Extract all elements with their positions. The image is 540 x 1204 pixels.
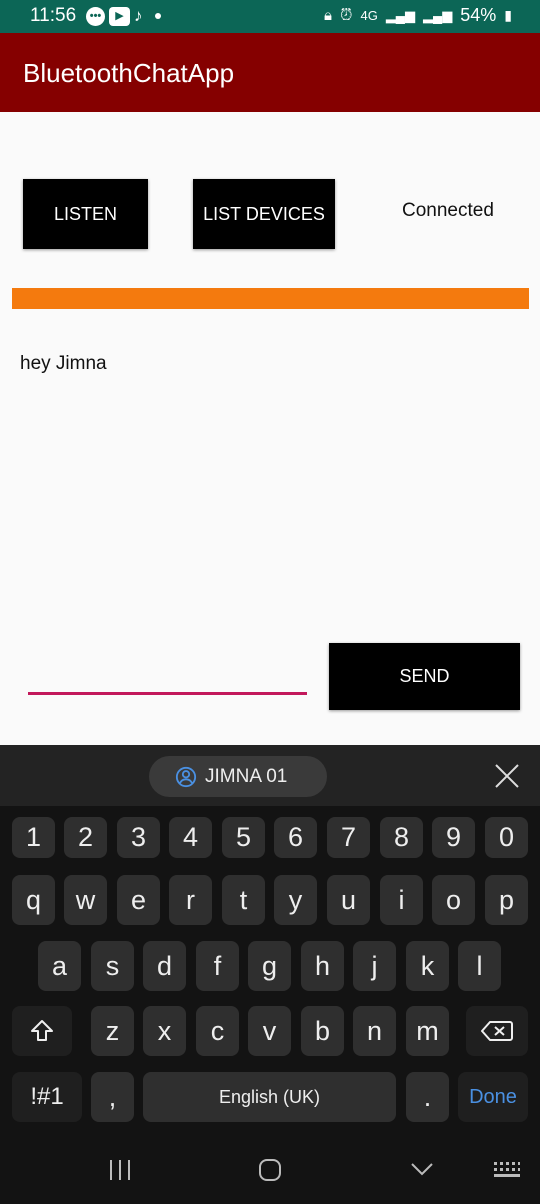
symbols-key[interactable]: !#1: [12, 1072, 82, 1122]
app-title: BluetoothChatApp: [23, 58, 235, 88]
suggestion-label: JIMNA 01: [205, 765, 288, 787]
received-message: hey Jimna: [20, 353, 107, 374]
key-j[interactable]: j: [353, 941, 396, 991]
connection-status: Connected: [402, 200, 494, 221]
key-n[interactable]: n: [353, 1006, 396, 1056]
list-devices-button[interactable]: LIST DEVICES: [193, 179, 335, 249]
message-input[interactable]: [28, 692, 307, 695]
close-icon[interactable]: [494, 763, 520, 789]
done-key[interactable]: Done: [458, 1072, 528, 1122]
battery-level: 54%: [460, 5, 497, 25]
status-time: 11:56: [30, 5, 77, 26]
key-1[interactable]: 1: [12, 817, 55, 858]
key-g[interactable]: g: [248, 941, 291, 991]
tiktok-icon: ♪: [134, 6, 143, 25]
backspace-key[interactable]: [466, 1006, 528, 1056]
send-button[interactable]: SEND: [329, 643, 520, 710]
key-q[interactable]: q: [12, 875, 55, 925]
comma-key[interactable]: ,: [91, 1072, 134, 1122]
status-bar: 11:56 ••• ▶ ♪ 🔒︎ ⏰︎ 4G ▂▄▆ ▂▄▆ 54% ▮: [0, 0, 540, 33]
key-m[interactable]: m: [406, 1006, 449, 1056]
key-z[interactable]: z: [91, 1006, 134, 1056]
backspace-icon: [481, 1021, 513, 1041]
signal-icon-2: ▂▄▆: [423, 7, 453, 23]
youtube-icon: ▶: [109, 6, 130, 26]
key-5[interactable]: 5: [222, 817, 265, 858]
key-h[interactable]: h: [301, 941, 344, 991]
key-p[interactable]: p: [485, 875, 528, 925]
key-4[interactable]: 4: [169, 817, 212, 858]
notification-icons: ••• ▶ ♪: [86, 6, 161, 26]
key-w[interactable]: w: [64, 875, 107, 925]
system-icons: 🔒︎ ⏰︎ 4G ▂▄▆ ▂▄▆ 54% ▮: [324, 5, 512, 26]
hide-keyboard-icon[interactable]: [410, 1162, 434, 1176]
shift-key[interactable]: [12, 1006, 72, 1056]
key-x[interactable]: x: [143, 1006, 186, 1056]
key-c[interactable]: c: [196, 1006, 239, 1056]
key-7[interactable]: 7: [327, 817, 370, 858]
app-bar: BluetoothChatApp: [0, 33, 540, 112]
key-t[interactable]: t: [222, 875, 265, 925]
key-0[interactable]: 0: [485, 817, 528, 858]
space-key[interactable]: English (UK): [143, 1072, 396, 1122]
network-type: 4G: [360, 8, 378, 23]
key-i[interactable]: i: [380, 875, 423, 925]
key-o[interactable]: o: [432, 875, 475, 925]
alarm-icon: ⏰︎: [339, 6, 353, 24]
lock-icon: 🔒︎: [324, 7, 332, 24]
key-8[interactable]: 8: [380, 817, 423, 858]
key-y[interactable]: y: [274, 875, 317, 925]
key-a[interactable]: a: [38, 941, 81, 991]
home-icon[interactable]: [258, 1158, 282, 1182]
key-s[interactable]: s: [91, 941, 134, 991]
battery-icon: ▮: [504, 7, 512, 23]
key-r[interactable]: r: [169, 875, 212, 925]
key-v[interactable]: v: [248, 1006, 291, 1056]
key-f[interactable]: f: [196, 941, 239, 991]
key-b[interactable]: b: [301, 1006, 344, 1056]
chat-bubble-icon: •••: [86, 6, 105, 26]
listen-button[interactable]: LISTEN: [23, 179, 148, 249]
period-key[interactable]: .: [406, 1072, 449, 1122]
key-k[interactable]: k: [406, 941, 449, 991]
dot-icon: [154, 13, 161, 19]
keyboard-switch-icon[interactable]: [493, 1161, 521, 1179]
suggestion-chip[interactable]: JIMNA 01: [149, 756, 327, 797]
signal-icon: ▂▄▆: [385, 7, 416, 23]
keyboard-toolbar: JIMNA 01: [0, 745, 540, 806]
shift-icon: [31, 1020, 53, 1041]
key-d[interactable]: d: [143, 941, 186, 991]
divider-bar: [12, 288, 529, 309]
recent-apps-icon[interactable]: [108, 1159, 132, 1181]
key-3[interactable]: 3: [117, 817, 160, 858]
account-icon: [175, 766, 197, 787]
key-6[interactable]: 6: [274, 817, 317, 858]
key-u[interactable]: u: [327, 875, 370, 925]
keyboard: JIMNA 01 1 2 3 4 5 6 7 8 9 0 q w e r t y…: [0, 745, 540, 1204]
key-2[interactable]: 2: [64, 817, 107, 858]
key-9[interactable]: 9: [432, 817, 475, 858]
key-e[interactable]: e: [117, 875, 160, 925]
key-l[interactable]: l: [458, 941, 501, 991]
